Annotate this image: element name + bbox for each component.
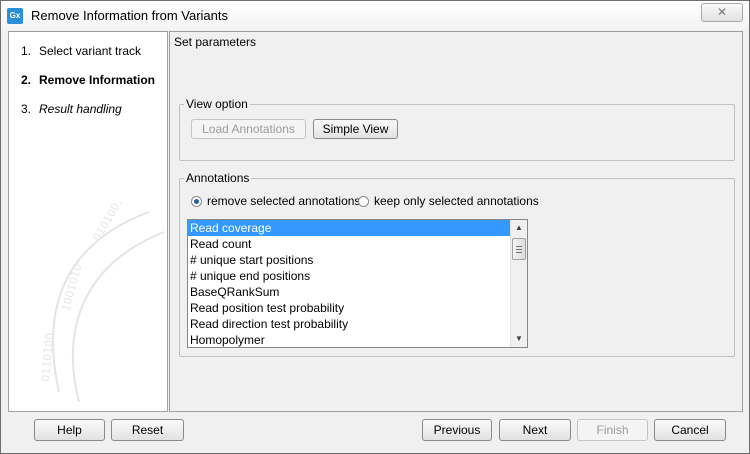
parameters-panel: Set parameters View option Load Annotati…: [169, 31, 743, 412]
radio-keep-selected[interactable]: keep only selected annotations: [358, 193, 539, 209]
annotations-legend: Annotations: [186, 171, 250, 185]
cancel-button[interactable]: Cancel: [654, 419, 726, 441]
radio-remove-selected[interactable]: remove selected annotations: [191, 193, 360, 209]
svg-text:0110100: 0110100: [39, 332, 56, 382]
dna-watermark-icon: 0101001 1001010 0110100: [39, 202, 165, 402]
list-item[interactable]: Read position test probability: [188, 300, 512, 316]
app-icon: Gx: [7, 8, 23, 24]
scroll-thumb[interactable]: [512, 238, 526, 260]
step-remove-information: 2. Remove Information: [21, 73, 155, 87]
scroll-up-arrow-icon[interactable]: ▲: [511, 220, 527, 236]
list-item[interactable]: Read coverage: [188, 220, 512, 236]
thumb-grip: [516, 249, 522, 250]
step-number: 1.: [21, 44, 32, 58]
list-item[interactable]: BaseQRankSum: [188, 284, 512, 300]
view-option-group: View option Load Annotations Simple View: [179, 97, 735, 161]
step-number: 2.: [21, 73, 32, 87]
list-item[interactable]: # unique end positions: [188, 268, 512, 284]
step-result-handling: 3. Result handling: [21, 102, 122, 116]
list-item[interactable]: # unique start positions: [188, 252, 512, 268]
list-item[interactable]: Read count: [188, 236, 512, 252]
next-button[interactable]: Next: [499, 419, 571, 441]
section-header: Set parameters: [174, 35, 257, 49]
step-label: Result handling: [39, 102, 122, 116]
list-item[interactable]: Homopolymer: [188, 332, 512, 347]
reset-button[interactable]: Reset: [111, 419, 184, 441]
finish-button[interactable]: Finish: [577, 419, 648, 441]
help-button[interactable]: Help: [34, 419, 105, 441]
list-scrollbar[interactable]: ▲ ▼: [510, 220, 527, 347]
svg-text:0101001: 0101001: [90, 202, 126, 244]
radio-selected-icon[interactable]: [191, 196, 202, 207]
annotations-group: Annotations remove selected annotations …: [179, 171, 735, 357]
step-label: Select variant track: [39, 44, 142, 58]
scroll-down-arrow-icon[interactable]: ▼: [511, 331, 527, 347]
step-label: Remove Information: [39, 73, 156, 87]
previous-button[interactable]: Previous: [422, 419, 492, 441]
close-button[interactable]: ✕: [701, 3, 743, 22]
title-bar: Gx Remove Information from Variants ✕: [1, 1, 749, 30]
step-number: 3.: [21, 102, 32, 116]
thumb-grip: [516, 252, 522, 253]
radio-keep-label: keep only selected annotations: [374, 194, 539, 208]
dialog-window: Gx Remove Information from Variants ✕ 1.…: [0, 0, 750, 454]
radio-unselected-icon[interactable]: [358, 196, 369, 207]
view-option-legend: View option: [186, 97, 248, 111]
simple-view-button[interactable]: Simple View: [313, 119, 398, 139]
window-title: Remove Information from Variants: [31, 8, 228, 23]
step-select-variant-track: 1. Select variant track: [21, 44, 141, 58]
thumb-grip: [516, 246, 522, 247]
wizard-steps-panel: 1. Select variant track 2. Remove Informat…: [8, 31, 168, 412]
annotations-list[interactable]: Read coverage Read count # unique start …: [187, 219, 528, 348]
load-annotations-button[interactable]: Load Annotations: [191, 119, 306, 139]
radio-remove-label: remove selected annotations: [207, 194, 361, 208]
list-item[interactable]: Read direction test probability: [188, 316, 512, 332]
dialog-client: 1. Select variant track 2. Remove Informat…: [8, 31, 743, 412]
